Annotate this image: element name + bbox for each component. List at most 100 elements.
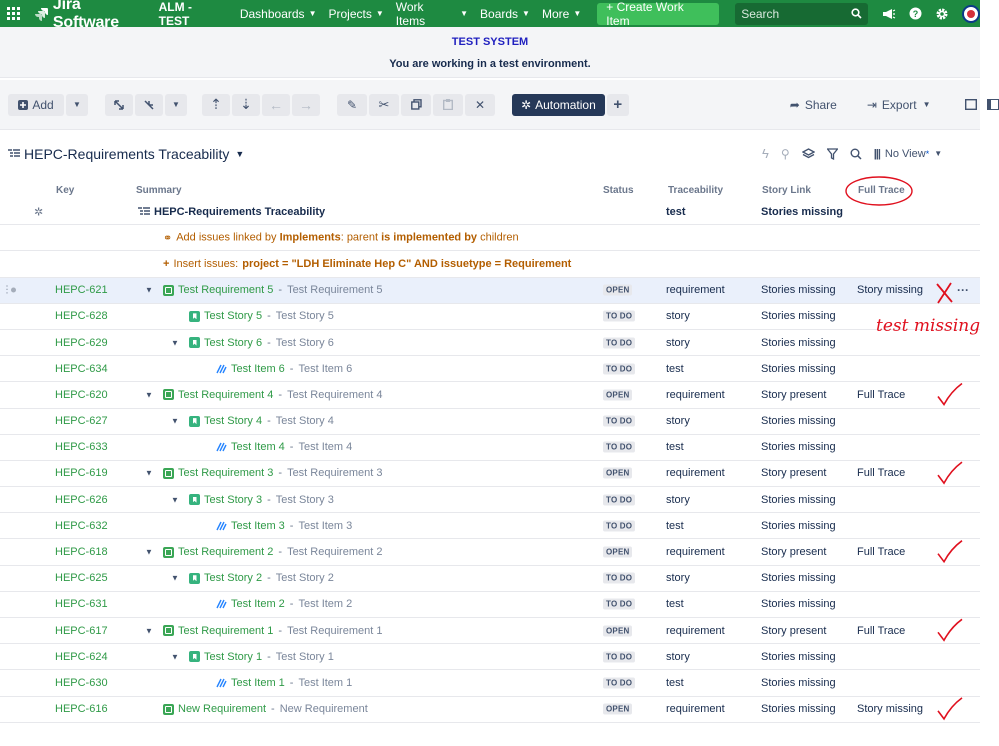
search-input[interactable]: Search	[735, 2, 868, 25]
issue-summary-link[interactable]: Test Requirement 4	[178, 389, 273, 401]
table-row[interactable]: HEPC-616 New Requirement - New Requirement O…	[0, 697, 980, 723]
issue-key[interactable]: HEPC-634	[55, 363, 108, 375]
status-badge[interactable]: TO DO	[603, 572, 636, 584]
table-row[interactable]: HEPC-631 Test Item 2- Test Item 2 TO DO test…	[0, 592, 980, 618]
layers-icon[interactable]	[801, 147, 815, 160]
issue-summary-link[interactable]: Test Item 2	[231, 598, 285, 610]
issue-key[interactable]: HEPC-620	[55, 389, 108, 401]
table-row[interactable]: HEPC-619 ▼ Test Requirement 3- Test Require…	[0, 461, 980, 488]
table-row[interactable]: HEPC-633 Test Item 4- Test Item 4 TO DO test…	[0, 435, 980, 461]
issue-summary-link[interactable]: Test Story 3	[204, 494, 262, 506]
issue-summary-link[interactable]: Test Story 5	[204, 310, 262, 322]
status-badge[interactable]: OPEN	[603, 284, 633, 296]
issue-summary-link[interactable]: Test Requirement 2	[178, 546, 273, 558]
table-row[interactable]: ⋮ HEPC-621 ▼ Test Requirement 5- Test Requir…	[0, 277, 980, 304]
col-summary[interactable]: Summary	[136, 185, 182, 196]
expand-chevron-icon[interactable]: ▼	[145, 548, 153, 557]
status-badge[interactable]: OPEN	[603, 546, 633, 558]
issue-key[interactable]: HEPC-633	[55, 441, 108, 453]
issue-key[interactable]: HEPC-625	[55, 572, 108, 584]
expand-chevron-icon[interactable]: ▼	[145, 390, 153, 399]
lightning-icon[interactable]: ϟ	[762, 146, 769, 161]
col-full-trace[interactable]: Full Trace	[858, 185, 905, 196]
issue-key[interactable]: HEPC-616	[55, 703, 108, 715]
issue-key[interactable]: HEPC-624	[55, 651, 108, 663]
issue-summary-link[interactable]: Test Story 2	[204, 572, 262, 584]
status-badge[interactable]: OPEN	[603, 625, 633, 637]
table-row[interactable]: HEPC-630 Test Item 1- Test Item 1 TO DO test…	[0, 670, 980, 697]
expand-chevron-icon[interactable]: ▼	[171, 417, 179, 426]
table-row[interactable]: HEPC-632 Test Item 3- Test Item 3 TO DO test…	[0, 513, 980, 540]
issue-summary-link[interactable]: Test Story 4	[204, 415, 262, 427]
issue-summary-link[interactable]: Test Requirement 5	[178, 284, 273, 296]
issue-summary-link[interactable]: Test Item 4	[231, 441, 285, 453]
pin-icon[interactable]: ⚲	[781, 147, 790, 161]
status-badge[interactable]: TO DO	[603, 677, 636, 689]
expand-chevron-icon[interactable]: ▼	[171, 574, 179, 583]
expand-chevron-icon[interactable]: ▼	[171, 652, 179, 661]
issue-key[interactable]: HEPC-628	[55, 310, 108, 322]
settings-gear-icon[interactable]	[935, 7, 949, 21]
generator-row-linked[interactable]: ⚭ Add issues linked by Implements: paren…	[0, 225, 980, 252]
col-key[interactable]: Key	[56, 185, 74, 196]
issue-summary-link[interactable]: New Requirement	[178, 703, 266, 715]
expand-chevron-icon[interactable]: ▼	[171, 338, 179, 347]
remove-button[interactable]: ✕	[465, 93, 495, 116]
more-actions-icon[interactable]: ···	[957, 283, 969, 297]
filter-icon[interactable]	[826, 147, 838, 160]
status-badge[interactable]: TO DO	[603, 494, 636, 506]
table-row[interactable]: HEPC-620 ▼ Test Requirement 4- Test Require…	[0, 382, 980, 409]
copy-button[interactable]	[401, 93, 431, 116]
col-story-link[interactable]: Story Link	[762, 185, 811, 196]
export-button[interactable]: ⇥ Export ▼	[867, 98, 931, 112]
issue-summary-link[interactable]: Test Requirement 1	[178, 625, 273, 637]
status-badge[interactable]: OPEN	[603, 703, 633, 715]
help-icon[interactable]: ?	[909, 7, 922, 20]
megaphone-icon[interactable]	[882, 8, 896, 20]
issue-key[interactable]: HEPC-631	[55, 598, 108, 610]
menu-more[interactable]: More ▼	[542, 7, 581, 21]
cut-button[interactable]: ✂	[369, 93, 399, 116]
expand-chevron-icon[interactable]: ▼	[171, 495, 179, 504]
table-row[interactable]: HEPC-629 ▼ Test Story 6- Test Story 6 TO DO s…	[0, 330, 980, 357]
structure-selector[interactable]: HEPC-Requirements Traceability ▼	[8, 146, 244, 162]
add-button[interactable]: Add	[8, 93, 64, 116]
status-badge[interactable]: TO DO	[603, 598, 636, 610]
table-row[interactable]: HEPC-634 Test Item 6- Test Item 6 TO DO test…	[0, 356, 980, 383]
issue-key[interactable]: HEPC-632	[55, 520, 108, 532]
issue-summary-link[interactable]: Test Story 6	[204, 337, 262, 349]
edit-button[interactable]: ✎	[337, 93, 367, 116]
status-badge[interactable]: TO DO	[603, 651, 636, 663]
site-name[interactable]: ALM - TEST	[159, 0, 226, 28]
status-badge[interactable]: OPEN	[603, 389, 633, 401]
indent-button[interactable]: →	[292, 93, 320, 116]
issue-key[interactable]: HEPC-629	[55, 337, 108, 349]
app-switcher-icon[interactable]	[0, 0, 28, 27]
expand-dropdown-button[interactable]: ▼	[165, 93, 187, 116]
share-button[interactable]: ➦ Share	[790, 98, 837, 112]
issue-key[interactable]: HEPC-626	[55, 494, 108, 506]
table-row[interactable]: HEPC-617 ▼ Test Requirement 1- Test Require…	[0, 618, 980, 645]
collapse-all-button[interactable]	[135, 93, 163, 116]
add-generator-button[interactable]: +	[606, 93, 629, 116]
col-status[interactable]: Status	[603, 185, 634, 196]
table-row[interactable]: HEPC-618 ▼ Test Requirement 2- Test Require…	[0, 539, 980, 566]
issue-summary-link[interactable]: Test Story 1	[204, 651, 262, 663]
status-badge[interactable]: TO DO	[603, 415, 636, 427]
expand-all-button[interactable]	[105, 93, 133, 116]
table-row[interactable]: HEPC-625 ▼ Test Story 2- Test Story 2 TO DO s…	[0, 566, 980, 592]
table-row[interactable]: HEPC-626 ▼ Test Story 3- Test Story 3 TO DO s…	[0, 487, 980, 514]
move-down-button[interactable]: ⇣	[232, 93, 260, 116]
table-row[interactable]: HEPC-627 ▼ Test Story 4- Test Story 4 TO DO s…	[0, 409, 980, 435]
layout-button[interactable]	[986, 99, 999, 110]
status-badge[interactable]: TO DO	[603, 441, 636, 453]
menu-projects[interactable]: Projects ▼	[328, 7, 383, 21]
table-row[interactable]: HEPC-624 ▼ Test Story 1- Test Story 1 TO DO s…	[0, 644, 980, 671]
expand-chevron-icon[interactable]: ▼	[145, 626, 153, 635]
outdent-button[interactable]: ←	[262, 93, 290, 116]
panel-toggle-button[interactable]	[964, 99, 977, 110]
menu-work-items[interactable]: Work Items ▼	[396, 0, 468, 28]
issue-key[interactable]: HEPC-618	[55, 546, 108, 558]
move-up-button[interactable]: ⇡	[202, 93, 230, 116]
issue-key[interactable]: HEPC-619	[55, 467, 108, 479]
